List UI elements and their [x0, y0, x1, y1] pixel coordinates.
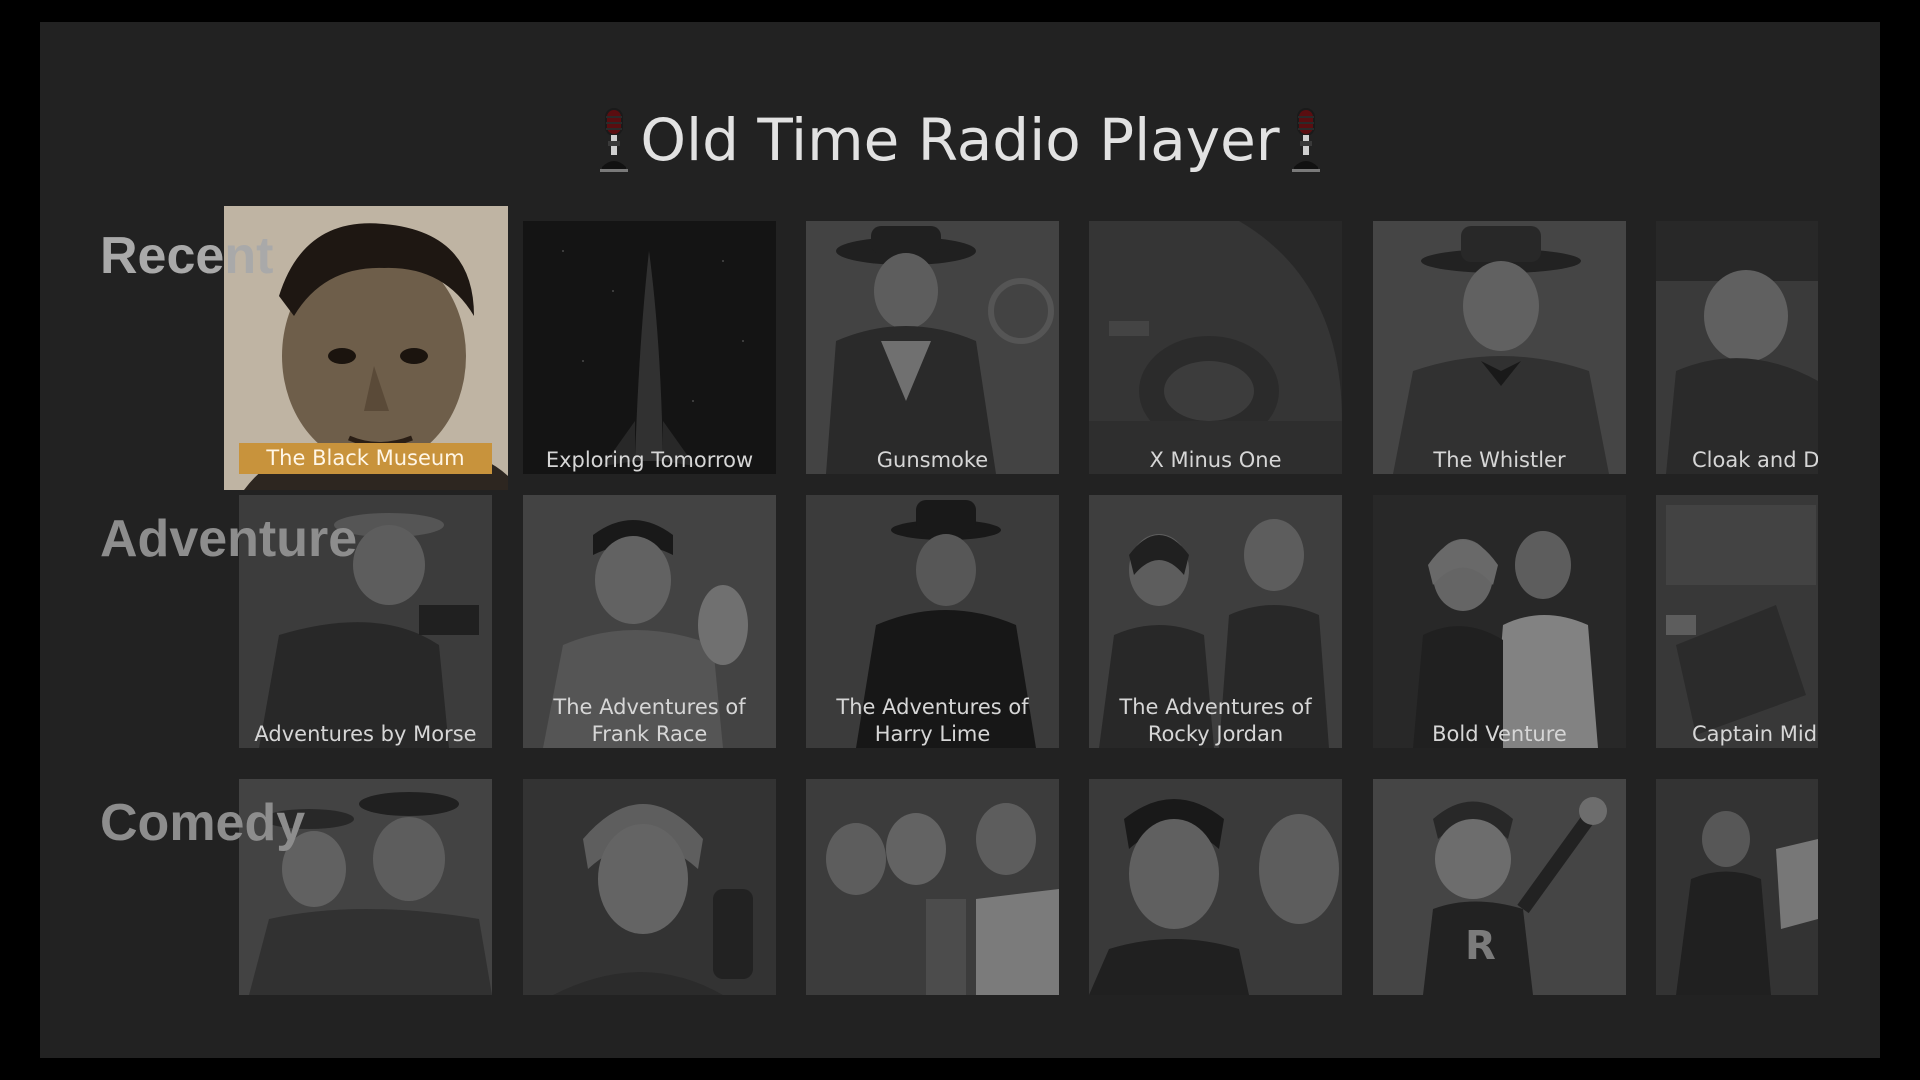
- card-label: Cloak and D: [1692, 448, 1818, 472]
- card-label: The Adventures of Rocky Jordan: [1119, 695, 1312, 746]
- microphone-icon: [1291, 108, 1320, 172]
- app-header: Old Time Radio Player: [40, 90, 1880, 190]
- card-label: Gunsmoke: [876, 448, 989, 472]
- card-cloak-and-d[interactable]: Cloak and D: [1656, 221, 1818, 474]
- card-label: The Adventures of Harry Lime: [836, 695, 1029, 746]
- card-label: The Black Museum: [239, 443, 492, 474]
- card-label: The Adventures of Frank Race: [553, 695, 746, 746]
- card-x-minus-one[interactable]: X Minus One: [1089, 221, 1342, 474]
- card-comedy-2[interactable]: [523, 779, 776, 995]
- app-title: Old Time Radio Player: [640, 106, 1280, 174]
- card-comedy-3[interactable]: [806, 779, 1059, 995]
- card-label: Captain Mid: [1692, 722, 1818, 746]
- microphone-icon: [600, 108, 629, 172]
- card-the-adventures-of-rocky-jordan[interactable]: The Adventures of Rocky Jordan: [1089, 495, 1342, 748]
- row-title-comedy: Comedy: [100, 794, 306, 852]
- card-exploring-tomorrow[interactable]: Exploring Tomorrow: [523, 221, 776, 474]
- card-the-whistler[interactable]: The Whistler: [1373, 221, 1626, 474]
- card-label: The Whistler: [1433, 448, 1566, 472]
- card-label: X Minus One: [1149, 448, 1282, 472]
- card-comedy-4[interactable]: [1089, 779, 1342, 995]
- row-title-adventure: Adventure: [100, 510, 358, 568]
- card-label: Bold Venture: [1432, 722, 1567, 746]
- card-comedy-6[interactable]: [1656, 779, 1818, 995]
- card-comedy-5[interactable]: R: [1373, 779, 1626, 995]
- card-captain-mid[interactable]: Captain Mid: [1656, 495, 1818, 748]
- card-gunsmoke[interactable]: Gunsmoke: [806, 221, 1059, 474]
- card-the-adventures-of-harry-lime[interactable]: The Adventures of Harry Lime: [806, 495, 1059, 748]
- card-label: Exploring Tomorrow: [545, 448, 754, 472]
- tv-screen: Old Time Radio Player Recent The Black M…: [40, 22, 1880, 1058]
- card-the-adventures-of-frank-race[interactable]: The Adventures of Frank Race: [523, 495, 776, 748]
- card-bold-venture[interactable]: Bold Venture: [1373, 495, 1626, 748]
- row-title-recent: Recent: [100, 227, 274, 285]
- card-label: Adventures by Morse: [254, 722, 477, 746]
